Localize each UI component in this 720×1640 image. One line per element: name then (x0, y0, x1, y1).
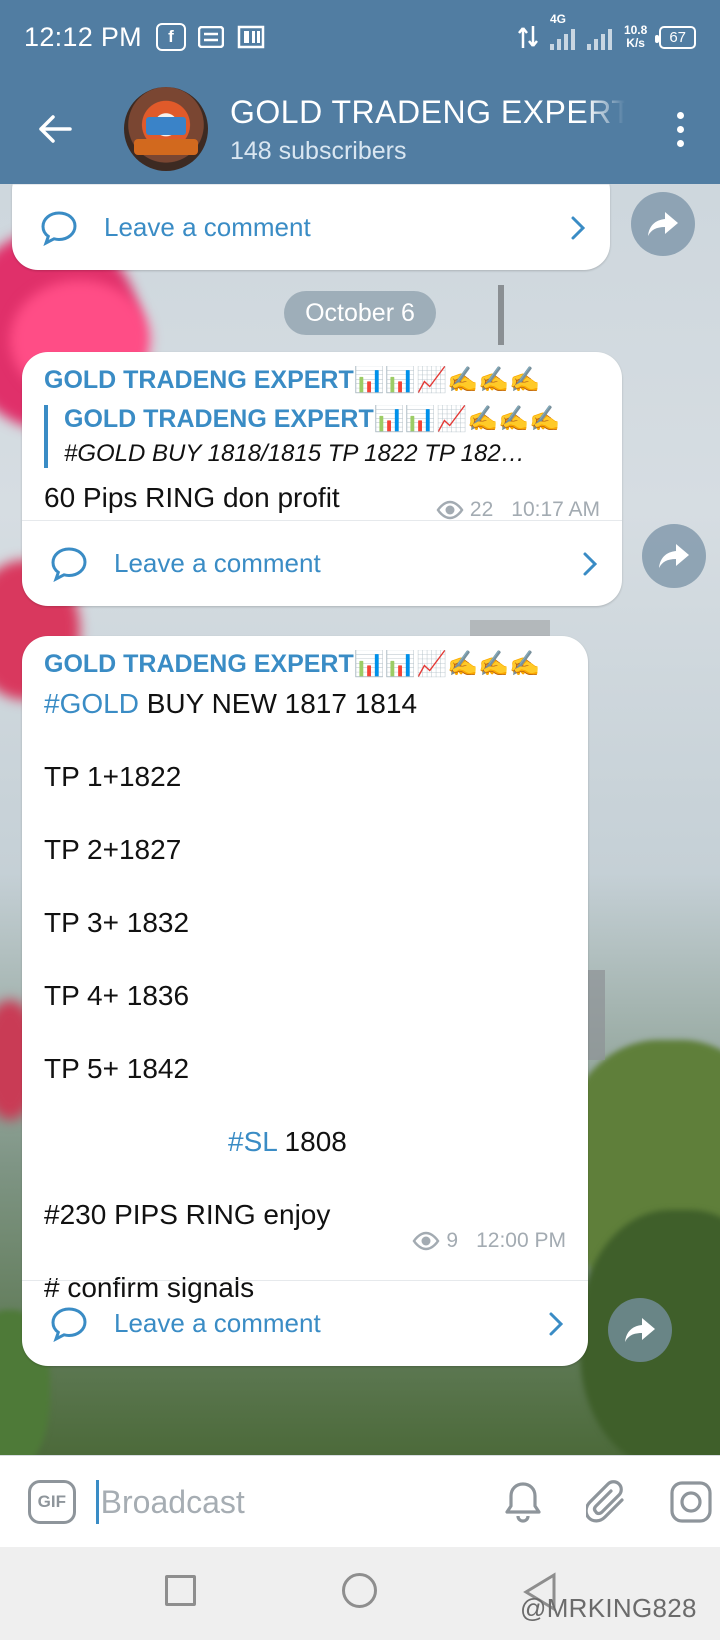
subscriber-count: 148 subscribers (230, 136, 407, 165)
stop-loss-line: #SL 1808 (228, 1126, 347, 1157)
view-count: 9 (446, 1229, 459, 1252)
chevron-right-icon (583, 552, 598, 575)
forwarded-message[interactable]: GOLD TRADENG EXPERT📊📊📈✍️✍️✍️ #GOLD BUY 1… (44, 405, 600, 468)
leave-comment-label: Leave a comment (114, 1308, 321, 1338)
forwarded-text: #GOLD BUY 1818/1815 TP 1822 TP 182… (64, 440, 525, 467)
input-bar: GIF Broadcast (0, 1455, 720, 1547)
take-profit-3: TP 3+ 1832 (44, 907, 190, 938)
message-sender: GOLD TRADENG EXPERT📊📊📈✍️✍️✍️ (44, 650, 541, 678)
camera-button[interactable] (662, 1470, 720, 1534)
share-arrow-icon (659, 544, 689, 568)
battery-icon: 67 (655, 25, 696, 49)
arrow-left-icon (39, 115, 72, 143)
message-bubble[interactable]: GOLD TRADENG EXPERT📊📊📈✍️✍️✍️ #GOLD BUY N… (22, 636, 588, 1366)
facebook-icon: f (155, 23, 186, 51)
eye-icon (412, 1231, 440, 1251)
message-sender: GOLD TRADENG EXPERT📊📊📈✍️✍️✍️ (44, 366, 541, 394)
system-navigation-bar: @MRKING828 (0, 1547, 720, 1640)
share-button[interactable] (642, 524, 706, 588)
recents-button[interactable] (165, 1575, 196, 1606)
status-time: 12:12 PM (24, 21, 142, 52)
leave-comment-button[interactable]: Leave a comment (22, 520, 622, 606)
pips-line: #230 PIPS RING enjoy (44, 1199, 331, 1230)
eye-icon (436, 500, 464, 520)
status-bar: 12:12 PM f 4G 10.8 K/s 67 (0, 0, 720, 74)
notification-toggle-button[interactable] (494, 1470, 552, 1534)
date-separator: October 6 (284, 291, 436, 335)
message-bubble-previous: Leave a comment (12, 184, 610, 270)
watermark: @MRKING828 (520, 1593, 697, 1623)
back-button[interactable] (26, 100, 84, 158)
message-meta: 22 10:17 AM (436, 498, 600, 522)
take-profit-5: TP 5+ 1842 (44, 1053, 190, 1084)
leave-comment-label: Leave a comment (114, 548, 321, 578)
leave-comment-label: Leave a comment (104, 212, 311, 242)
channel-avatar[interactable] (124, 87, 208, 171)
message-time: 12:00 PM (476, 1229, 566, 1252)
data-transfer-icon (517, 26, 538, 48)
take-profit-4: TP 4+ 1836 (44, 980, 190, 1011)
message-icon (196, 23, 226, 51)
message-list[interactable]: Leave a comment October 6 GOLD TRADENG E… (0, 184, 720, 1455)
browser-icon (236, 23, 266, 51)
message-meta: 9 12:00 PM (412, 1229, 566, 1253)
hashtag-gold[interactable]: #GOLD (44, 688, 139, 719)
share-arrow-icon (648, 212, 678, 236)
comment-icon (41, 210, 77, 246)
channel-info[interactable]: GOLD TRADENG EXPERT📊📊📈✍️✍️✍️ 148 subscri… (230, 93, 625, 166)
broadcast-input[interactable]: Broadcast (95, 1479, 404, 1524)
comment-icon (51, 1306, 87, 1342)
chat-header: GOLD TRADENG EXPERT📊📊📈✍️✍️✍️ 148 subscri… (0, 74, 720, 184)
instagram-camera-icon (670, 1480, 712, 1523)
paperclip-icon (586, 1479, 624, 1522)
gif-button[interactable]: GIF (28, 1479, 76, 1524)
message-bubble[interactable]: GOLD TRADENG EXPERT📊📊📈✍️✍️✍️ GOLD TRADEN… (22, 352, 622, 606)
share-button[interactable] (631, 192, 695, 256)
share-arrow-icon (625, 1318, 655, 1342)
signal-icon-2 (586, 24, 612, 50)
chevron-right-icon (571, 216, 586, 239)
network-label: 4G (549, 12, 566, 26)
network-speed: 10.8 K/s (623, 23, 648, 50)
signal-icon (549, 24, 575, 50)
share-button[interactable] (608, 1298, 672, 1362)
leave-comment-button[interactable]: Leave a comment (12, 184, 610, 270)
home-button[interactable] (342, 1573, 377, 1608)
view-count: 22 (469, 498, 494, 521)
message-time: 10:17 AM (511, 498, 600, 521)
bell-icon (505, 1481, 541, 1523)
hashtag-sl[interactable]: #SL (228, 1126, 277, 1157)
chevron-right-icon (549, 1312, 564, 1335)
comment-icon (51, 546, 87, 582)
take-profit-1: TP 1+1822 (44, 761, 182, 792)
take-profit-2: TP 2+1827 (44, 834, 182, 865)
signal-line-gold: #GOLD BUY NEW 1817 1814 (44, 688, 418, 719)
attach-button[interactable] (578, 1470, 636, 1534)
more-options-button[interactable] (671, 106, 690, 153)
signal-message-body: #GOLD BUY NEW 1817 1814 TP 1+1822 TP 2+1… (44, 687, 566, 1305)
leave-comment-button[interactable]: Leave a comment (22, 1280, 588, 1366)
channel-title: GOLD TRADENG EXPERT📊📊📈✍️✍️✍️ (230, 93, 625, 130)
forwarded-sender: GOLD TRADENG EXPERT📊📊📈✍️✍️✍️ (64, 405, 561, 433)
